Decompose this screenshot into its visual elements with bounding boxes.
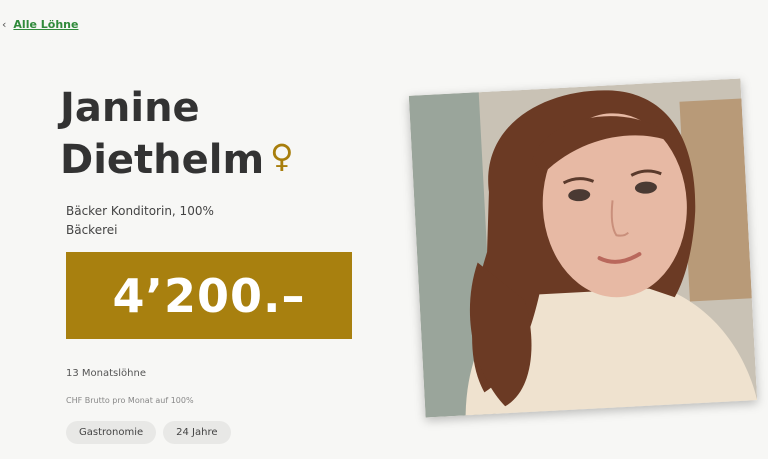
tag-list: Gastronomie 24 Jahre: [66, 421, 231, 444]
chevron-left-icon: ‹: [2, 18, 7, 31]
back-link-label[interactable]: Alle Löhne: [13, 18, 78, 31]
last-name: Diethelm: [60, 137, 265, 183]
tag-age[interactable]: 24 Jahre: [163, 421, 231, 444]
salary-months: 13 Monatslöhne: [66, 368, 146, 379]
job-info: Bäcker Konditorin, 100% Bäckerei: [66, 202, 214, 240]
person-name: Janine Diethelm ♀: [60, 84, 294, 184]
portrait-illustration: [408, 78, 758, 418]
salary-note: CHF Brutto pro Monat auf 100%: [66, 396, 194, 405]
back-link-all-salaries[interactable]: ‹ Alle Löhne: [2, 18, 78, 31]
first-name: Janine: [60, 85, 200, 131]
profile-photo: [408, 78, 758, 418]
tag-industry[interactable]: Gastronomie: [66, 421, 157, 444]
female-icon: ♀: [270, 137, 294, 175]
job-title: Bäcker Konditorin, 100%: [66, 204, 214, 218]
salary-amount: 4’200.–: [66, 252, 352, 339]
industry: Bäckerei: [66, 223, 118, 237]
